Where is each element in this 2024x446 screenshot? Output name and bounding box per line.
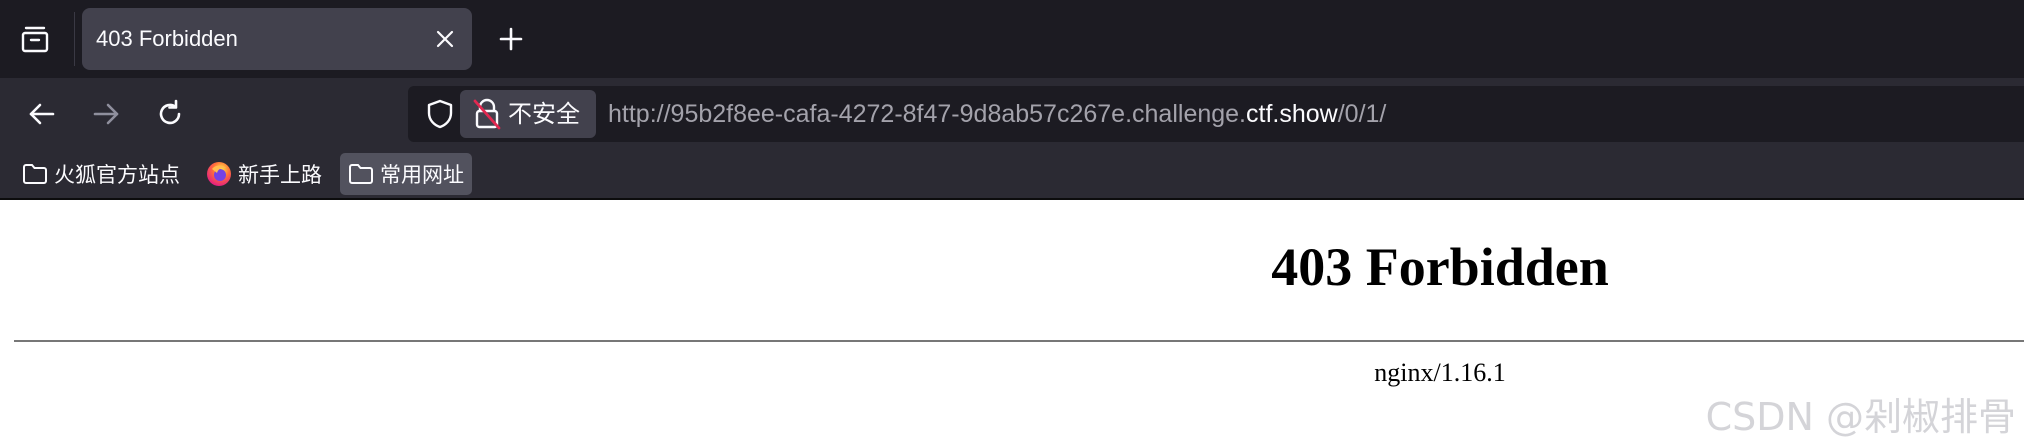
tab-close-button[interactable] [430,24,460,54]
forward-button[interactable] [84,92,128,136]
url-prefix: http://95b2f8ee-cafa-4272-8f47-9d8ab57c2… [608,100,1247,128]
bookmarks-toolbar: 火狐官方站点 新手上路 常用网址 [0,150,2024,200]
page-content: 403 Forbidden nginx/1.16.1 CSDN @剁椒排骨 [0,200,2024,446]
close-icon [435,29,455,49]
back-arrow-icon [27,99,57,129]
horizontal-rule [14,340,2024,342]
tab-strip: 403 Forbidden [0,0,2024,78]
tracking-protection-button[interactable] [418,92,462,136]
url-domain: ctf.show [1246,100,1338,128]
folder-icon [22,161,48,187]
bookmark-label: 新手上路 [238,163,322,187]
forward-arrow-icon [91,99,121,129]
navigation-toolbar: 不安全 http://95b2f8ee-cafa-4272-8f47-9d8ab… [0,78,2024,150]
tab-active[interactable]: 403 Forbidden [82,8,472,70]
url-text[interactable]: http://95b2f8ee-cafa-4272-8f47-9d8ab57c2… [608,86,1386,142]
url-path: /0/1/ [1337,100,1387,128]
tab-separator [74,12,75,66]
bookmark-label: 常用网址 [380,163,464,187]
bookmark-firefox-official[interactable]: 火狐官方站点 [14,153,188,195]
back-button[interactable] [20,92,64,136]
new-tab-button[interactable] [490,18,532,60]
watermark: CSDN @剁椒排骨 [1705,395,2016,439]
firefox-icon [206,161,232,187]
shield-icon [426,99,454,129]
tab-list-button[interactable] [14,18,56,60]
server-signature: nginx/1.16.1 [1374,358,1506,387]
url-bar[interactable]: 不安全 http://95b2f8ee-cafa-4272-8f47-9d8ab… [408,86,2024,142]
reload-button[interactable] [148,92,192,136]
reload-icon [155,99,185,129]
folder-icon [348,161,374,187]
plus-icon [498,26,524,52]
tab-title: 403 Forbidden [96,26,238,51]
bookmark-getting-started[interactable]: 新手上路 [198,153,330,195]
tab-list-icon [20,24,50,54]
bookmark-label: 火狐官方站点 [54,163,180,187]
page-title: 403 Forbidden [1271,237,1609,297]
insecure-label: 不安全 [508,100,580,128]
insecure-lock-icon [472,98,502,130]
bookmark-common-sites[interactable]: 常用网址 [340,153,472,195]
site-identity-button[interactable]: 不安全 [460,90,596,138]
